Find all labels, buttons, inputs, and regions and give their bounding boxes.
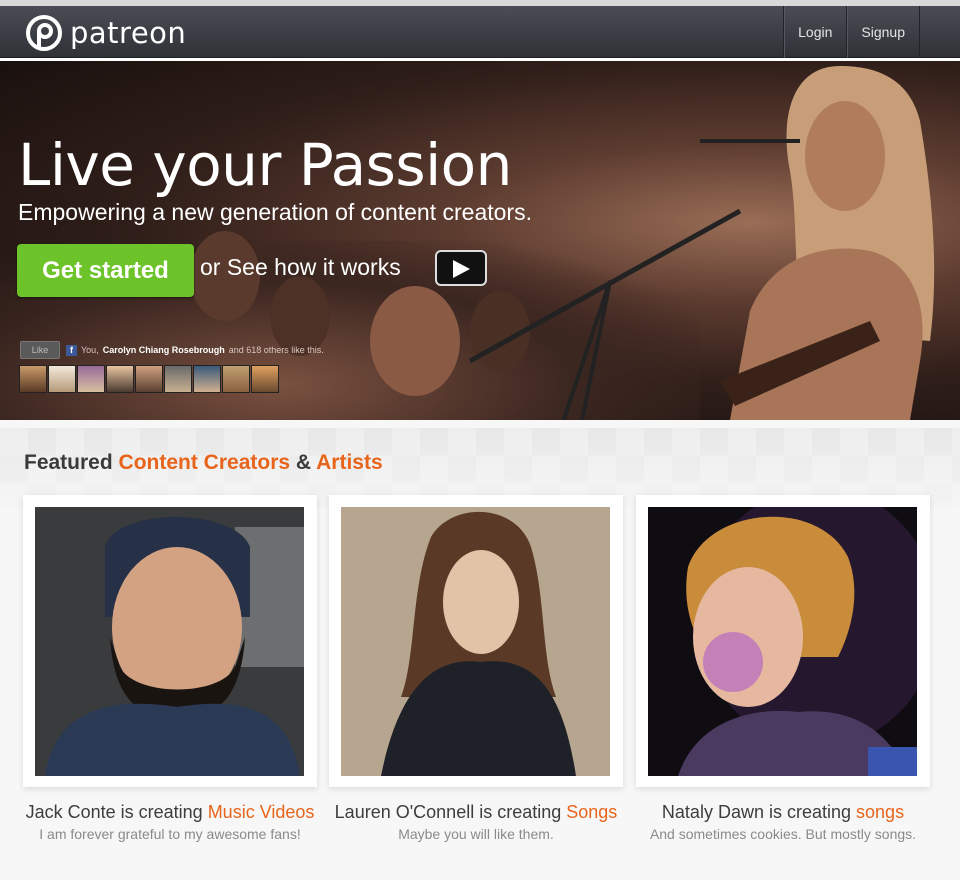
like-friend-name[interactable]: Carolyn Chiang Rosebrough xyxy=(103,345,225,355)
facebook-icon: f xyxy=(66,344,77,356)
creator-caption: Jack Conte is creating Music Videos xyxy=(15,802,325,823)
creator-tagline: I am forever grateful to my awesome fans… xyxy=(39,826,301,842)
hero-subtitle: Empowering a new generation of content c… xyxy=(18,199,532,225)
creator-category-link[interactable]: Songs xyxy=(566,802,617,822)
facebook-like-row: Like f You, Carolyn Chiang Rosebrough an… xyxy=(20,341,324,359)
creator-category-link[interactable]: songs xyxy=(856,802,904,822)
featured-heading: Featured Content Creators & Artists xyxy=(24,451,383,475)
creator-name: Jack Conte is creating xyxy=(25,802,203,822)
friend-avatar[interactable] xyxy=(19,365,47,393)
play-icon xyxy=(453,260,470,278)
creator-photo[interactable] xyxy=(35,507,304,776)
creator-caption: Nataly Dawn is creating songs xyxy=(628,802,938,823)
facebook-friend-faces xyxy=(19,365,279,393)
facebook-like-button[interactable]: Like xyxy=(20,341,60,359)
crowd-face xyxy=(370,286,460,396)
login-link[interactable]: Login xyxy=(783,6,846,58)
creator-tagline: And sometimes cookies. But mostly songs. xyxy=(649,826,917,842)
friend-avatar[interactable] xyxy=(135,365,163,393)
patreon-logo[interactable]: patreon xyxy=(26,15,186,51)
patreon-logo-icon xyxy=(26,15,62,51)
creator-caption: Lauren O'Connell is creating Songs xyxy=(321,802,631,823)
creator-tagline: Maybe you will like them. xyxy=(398,826,554,842)
creator-name: Nataly Dawn is creating xyxy=(661,802,852,822)
featured-prefix: Featured xyxy=(24,451,113,474)
hero-banner: Live your Passion Empowering a new gener… xyxy=(0,61,960,420)
creator-card[interactable] xyxy=(23,495,317,787)
friend-avatar[interactable] xyxy=(106,365,134,393)
friend-avatar[interactable] xyxy=(164,365,192,393)
signup-link[interactable]: Signup xyxy=(846,6,920,58)
creator-card[interactable] xyxy=(329,495,623,787)
hero-title: Live your Passion xyxy=(18,131,512,199)
featured-amp: & xyxy=(295,451,312,474)
creator-card[interactable] xyxy=(636,495,930,787)
friend-avatar[interactable] xyxy=(48,365,76,393)
nav-links: Login Signup xyxy=(783,6,920,58)
play-video-button[interactable] xyxy=(435,250,487,286)
like-you-text: You, xyxy=(81,345,99,355)
creator-photo[interactable] xyxy=(341,507,610,776)
featured-accent-creators: Content Creators xyxy=(118,451,291,474)
see-how-it-works-link[interactable]: or See how it works xyxy=(200,254,401,281)
brand-name: patreon xyxy=(70,16,187,50)
get-started-button[interactable]: Get started xyxy=(17,244,194,297)
featured-accent-artists: Artists xyxy=(316,451,383,474)
creator-name: Lauren O'Connell is creating xyxy=(334,802,562,822)
creator-category-link[interactable]: Music Videos xyxy=(208,802,315,822)
friend-avatar[interactable] xyxy=(222,365,250,393)
friend-avatar[interactable] xyxy=(251,365,279,393)
top-navbar: patreon Login Signup xyxy=(0,6,960,58)
like-count-text: and 618 others like this. xyxy=(228,345,324,355)
friend-avatar[interactable] xyxy=(193,365,221,393)
friend-avatar[interactable] xyxy=(77,365,105,393)
creator-photo[interactable] xyxy=(648,507,917,776)
